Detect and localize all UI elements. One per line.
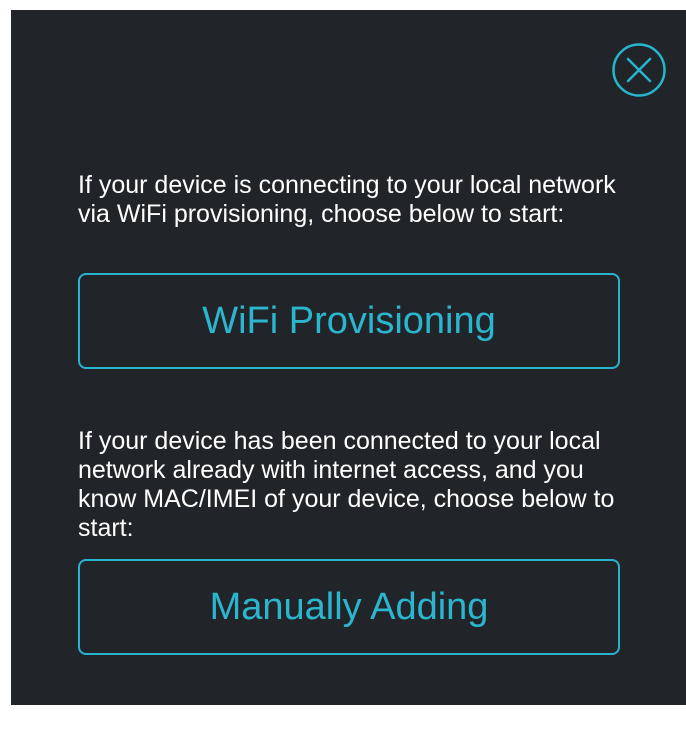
manually-adding-button[interactable]: Manually Adding xyxy=(78,559,620,655)
manual-adding-prompt: If your device has been connected to you… xyxy=(78,427,615,542)
close-button[interactable] xyxy=(611,42,667,98)
provisioning-dialog: If your device is connecting to your loc… xyxy=(11,10,686,705)
wifi-provisioning-button[interactable]: WiFi Provisioning xyxy=(78,273,620,369)
wifi-provisioning-prompt: If your device is connecting to your loc… xyxy=(78,171,616,228)
close-circle-icon xyxy=(612,43,666,97)
